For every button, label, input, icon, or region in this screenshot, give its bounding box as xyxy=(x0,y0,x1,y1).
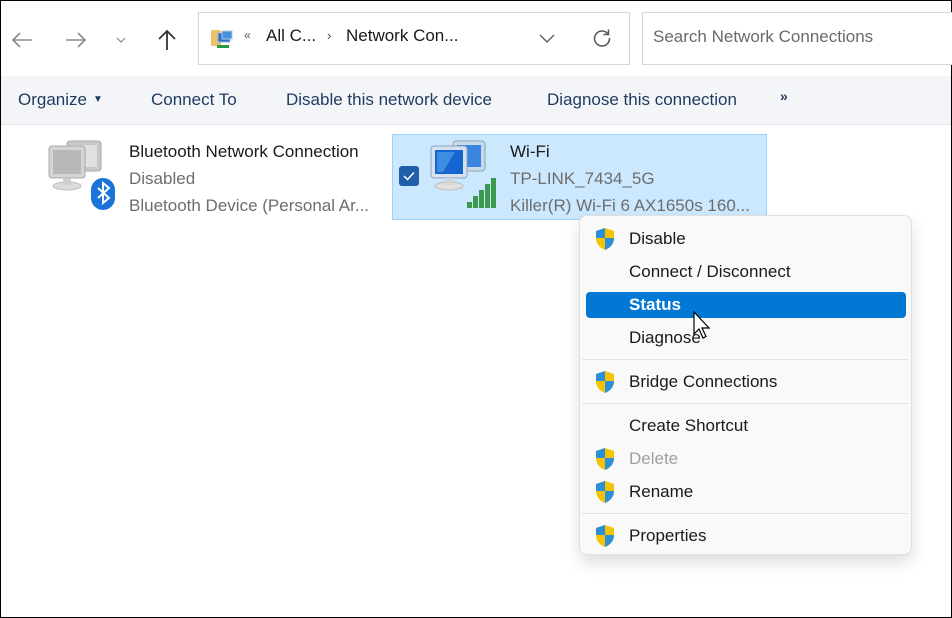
menu-item-label: Properties xyxy=(629,526,707,545)
connection-details: Wi-Fi TP-LINK_7434_5G Killer(R) Wi-Fi 6 … xyxy=(510,138,750,219)
organize-button[interactable]: Organize ▼ xyxy=(18,90,103,110)
back-button[interactable] xyxy=(7,23,37,57)
selection-checkbox[interactable] xyxy=(399,166,419,186)
refresh-button[interactable] xyxy=(589,25,615,51)
menu-separator xyxy=(582,359,909,360)
menu-item-label: Diagnose xyxy=(629,328,701,347)
uac-shield-icon xyxy=(596,525,614,547)
menu-item-bridge-connections[interactable]: Bridge Connections xyxy=(586,369,906,395)
connection-status: TP-LINK_7434_5G xyxy=(510,169,655,188)
menu-item-connect-disconnect[interactable]: Connect / Disconnect xyxy=(586,259,906,285)
network-connections-window: « All C... › Network Con... Organize ▼ Co… xyxy=(0,0,952,618)
search-input[interactable] xyxy=(653,27,943,47)
command-bar: Organize ▼ Connect To Disable this networ… xyxy=(1,76,951,125)
menu-item-status[interactable]: Status xyxy=(586,292,906,318)
diagnose-connection-button[interactable]: Diagnose this connection xyxy=(547,90,737,110)
recent-locations-button[interactable] xyxy=(106,23,136,57)
uac-shield-icon xyxy=(596,371,614,393)
address-overflow[interactable]: « xyxy=(244,28,251,42)
menu-item-label: Status xyxy=(629,295,681,314)
menu-separator xyxy=(582,513,909,514)
menu-item-properties[interactable]: Properties xyxy=(586,523,906,549)
more-commands-button[interactable]: » xyxy=(780,88,788,104)
menu-item-create-shortcut[interactable]: Create Shortcut xyxy=(586,413,906,439)
caret-down-icon: ▼ xyxy=(92,94,103,105)
connection-name: Wi-Fi xyxy=(510,142,550,161)
context-menu: Disable Connect / Disconnect Status Diag… xyxy=(579,215,912,555)
connection-item-wifi[interactable]: Wi-Fi TP-LINK_7434_5G Killer(R) Wi-Fi 6 … xyxy=(392,134,767,220)
breadcrumb-network-connections[interactable]: Network Con... xyxy=(346,26,458,46)
menu-separator xyxy=(582,403,909,404)
forward-button[interactable] xyxy=(61,23,91,57)
address-dropdown-button[interactable] xyxy=(535,26,559,50)
menu-item-label: Delete xyxy=(629,449,679,468)
arrow-left-icon xyxy=(11,32,32,48)
disable-device-button[interactable]: Disable this network device xyxy=(286,90,492,110)
search-box[interactable] xyxy=(642,12,952,65)
mouse-pointer-icon xyxy=(693,311,711,339)
menu-item-label: Bridge Connections xyxy=(629,372,778,391)
connection-status: Disabled xyxy=(129,169,196,188)
wifi-network-icon xyxy=(430,140,496,208)
address-row: « All C... › Network Con... xyxy=(1,1,952,76)
uac-shield-icon xyxy=(596,481,614,503)
menu-item-label: Rename xyxy=(629,482,694,501)
uac-shield-icon xyxy=(596,448,614,470)
menu-item-disable[interactable]: Disable xyxy=(586,226,906,252)
chevron-down-icon xyxy=(116,37,126,43)
network-folder-icon xyxy=(211,30,233,48)
menu-item-diagnose[interactable]: Diagnose xyxy=(586,325,906,351)
menu-item-label: Create Shortcut xyxy=(629,416,749,435)
menu-item-label: Disable xyxy=(629,229,686,248)
chevron-down-icon xyxy=(539,34,555,43)
connection-name: Bluetooth Network Connection xyxy=(129,142,359,161)
bluetooth-network-icon xyxy=(48,140,115,210)
breadcrumb-all-control-panel[interactable]: All C... xyxy=(266,26,316,46)
up-button[interactable] xyxy=(152,23,182,57)
organize-label: Organize xyxy=(18,90,87,109)
connection-details: Bluetooth Network Connection Disabled Bl… xyxy=(129,138,369,219)
connection-device: Bluetooth Device (Personal Ar... xyxy=(129,196,370,215)
connection-item-bluetooth[interactable]: Bluetooth Network Connection Disabled Bl… xyxy=(39,134,385,220)
breadcrumb-separator[interactable]: › xyxy=(327,28,331,43)
arrow-up-icon xyxy=(158,29,176,50)
menu-item-rename[interactable]: Rename xyxy=(586,479,906,505)
menu-item-delete: Delete xyxy=(586,446,906,472)
arrow-right-icon xyxy=(66,32,87,48)
menu-item-label: Connect / Disconnect xyxy=(629,262,791,281)
uac-shield-icon xyxy=(596,228,614,250)
refresh-icon xyxy=(593,29,611,47)
check-icon xyxy=(403,171,415,181)
address-bar[interactable]: « All C... › Network Con... xyxy=(198,12,630,65)
connect-to-button[interactable]: Connect To xyxy=(151,90,237,110)
